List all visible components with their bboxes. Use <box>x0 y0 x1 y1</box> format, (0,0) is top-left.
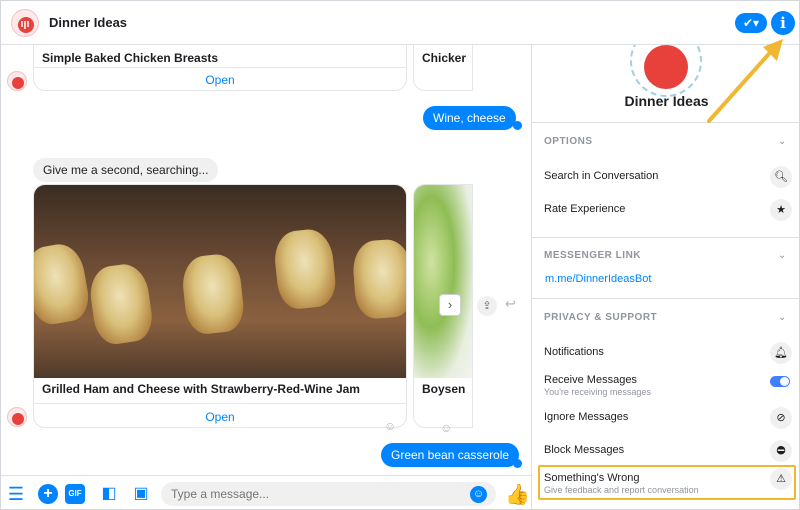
share-button[interactable]: ⇪ <box>477 296 497 316</box>
react-emoji-icon[interactable]: ☺ <box>384 419 396 433</box>
gif-button[interactable]: GIF <box>65 484 85 504</box>
privacy-support-header[interactable]: PRIVACY & SUPPORT <box>544 312 657 323</box>
ignore-icon: ⊘ <box>770 407 792 429</box>
add-icon[interactable]: + <box>38 484 58 504</box>
receive-messages-toggle[interactable] <box>770 376 790 387</box>
option-rate-experience[interactable]: Rate Experience ★ <box>532 199 799 229</box>
emoji-icon[interactable]: ☺ <box>470 486 487 503</box>
chevron-down-icon[interactable]: ⌄ <box>778 136 786 147</box>
messenger-link[interactable]: m.me/DinnerIdeasBot <box>545 273 651 285</box>
message-outgoing: Wine, cheese <box>423 106 516 130</box>
share-icon: ⇪ <box>482 300 492 312</box>
message-thread: Simple Baked Chicken Breasts Open Chicke… <box>1 45 531 475</box>
seen-check-icon <box>513 121 522 130</box>
food-image <box>34 185 406 378</box>
bot-avatar-small <box>7 407 27 427</box>
option-label: Receive Messages <box>544 374 637 386</box>
message-composer: ☰ + GIF ◧ ▣ ☺ 👍 <box>1 475 531 509</box>
card-open-button[interactable]: Open <box>34 67 406 90</box>
message-incoming: Give me a second, searching... <box>33 158 219 182</box>
option-search-conversation[interactable]: Search in Conversation 🔍︎ <box>532 166 799 196</box>
highlight-box <box>538 465 796 500</box>
option-label: Rate Experience <box>544 203 626 215</box>
privacy-receive-messages[interactable]: Receive Messages You're receiving messag… <box>532 374 799 400</box>
privacy-ignore-messages[interactable]: Ignore Messages ⊘ <box>532 407 799 437</box>
reply-icon: ↩ <box>505 296 516 311</box>
messenger-window: Dinner Ideas ✔▾ i Simple Baked Chicken B… <box>0 0 800 510</box>
chevron-down-icon[interactable]: ⌄ <box>778 312 786 323</box>
image-icon[interactable]: ▣ <box>131 484 151 504</box>
like-icon[interactable]: 👍 <box>505 482 530 507</box>
card-title: Chicker <box>422 51 467 65</box>
reply-button[interactable]: ↩ <box>505 296 516 312</box>
conversation-title: Dinner Ideas <box>49 15 128 30</box>
option-label: Notifications <box>544 346 604 358</box>
food-image <box>414 185 472 378</box>
messenger-link-header[interactable]: MESSENGER LINK <box>544 250 641 261</box>
privacy-notifications[interactable]: Notifications 🔔︎ <box>532 342 799 372</box>
bot-avatar-small <box>7 71 27 91</box>
recipe-card-next-top: Chicker <box>413 45 473 91</box>
bot-logo <box>630 45 702 97</box>
option-label: Search in Conversation <box>544 170 659 182</box>
option-subtext: You're receiving messages <box>544 387 651 397</box>
option-label: Ignore Messages <box>544 411 629 423</box>
info-icon: i <box>780 14 786 32</box>
info-button[interactable]: i <box>771 11 795 35</box>
star-icon: ★ <box>770 199 792 221</box>
card-title: Simple Baked Chicken Breasts <box>42 51 219 65</box>
card-open-button[interactable]: Open <box>34 403 406 427</box>
check-dropdown-button[interactable]: ✔▾ <box>735 13 767 33</box>
sticker-icon[interactable]: ◧ <box>99 484 119 504</box>
chevron-right-icon: › <box>447 297 453 312</box>
react-emoji-icon[interactable]: ☺ <box>440 421 452 435</box>
block-icon: ⛔︎ <box>770 440 792 462</box>
option-label: Block Messages <box>544 444 625 456</box>
recipe-card-grilled-ham[interactable]: Grilled Ham and Cheese with Strawberry-R… <box>33 184 407 428</box>
menu-icon[interactable]: ☰ <box>6 484 26 504</box>
message-outgoing: Green bean casserole <box>381 443 520 467</box>
bell-icon: 🔔︎ <box>770 342 792 364</box>
options-header[interactable]: OPTIONS <box>544 136 593 147</box>
chevron-down-icon[interactable]: ⌄ <box>778 250 786 261</box>
recipe-card-chicken: Simple Baked Chicken Breasts Open <box>33 45 407 91</box>
message-input[interactable] <box>161 482 496 506</box>
annotation-arrow <box>707 39 783 123</box>
card-title: Boysen <box>422 382 466 396</box>
bot-avatar[interactable] <box>11 9 39 37</box>
seen-check-icon <box>513 459 522 468</box>
check-icon: ✔▾ <box>742 16 760 30</box>
carousel-next-button[interactable]: › <box>439 294 461 316</box>
conversation-header: Dinner Ideas ✔▾ i <box>1 1 799 45</box>
search-icon: 🔍︎ <box>770 166 792 188</box>
card-title: Grilled Ham and Cheese with Strawberry-R… <box>42 382 360 396</box>
